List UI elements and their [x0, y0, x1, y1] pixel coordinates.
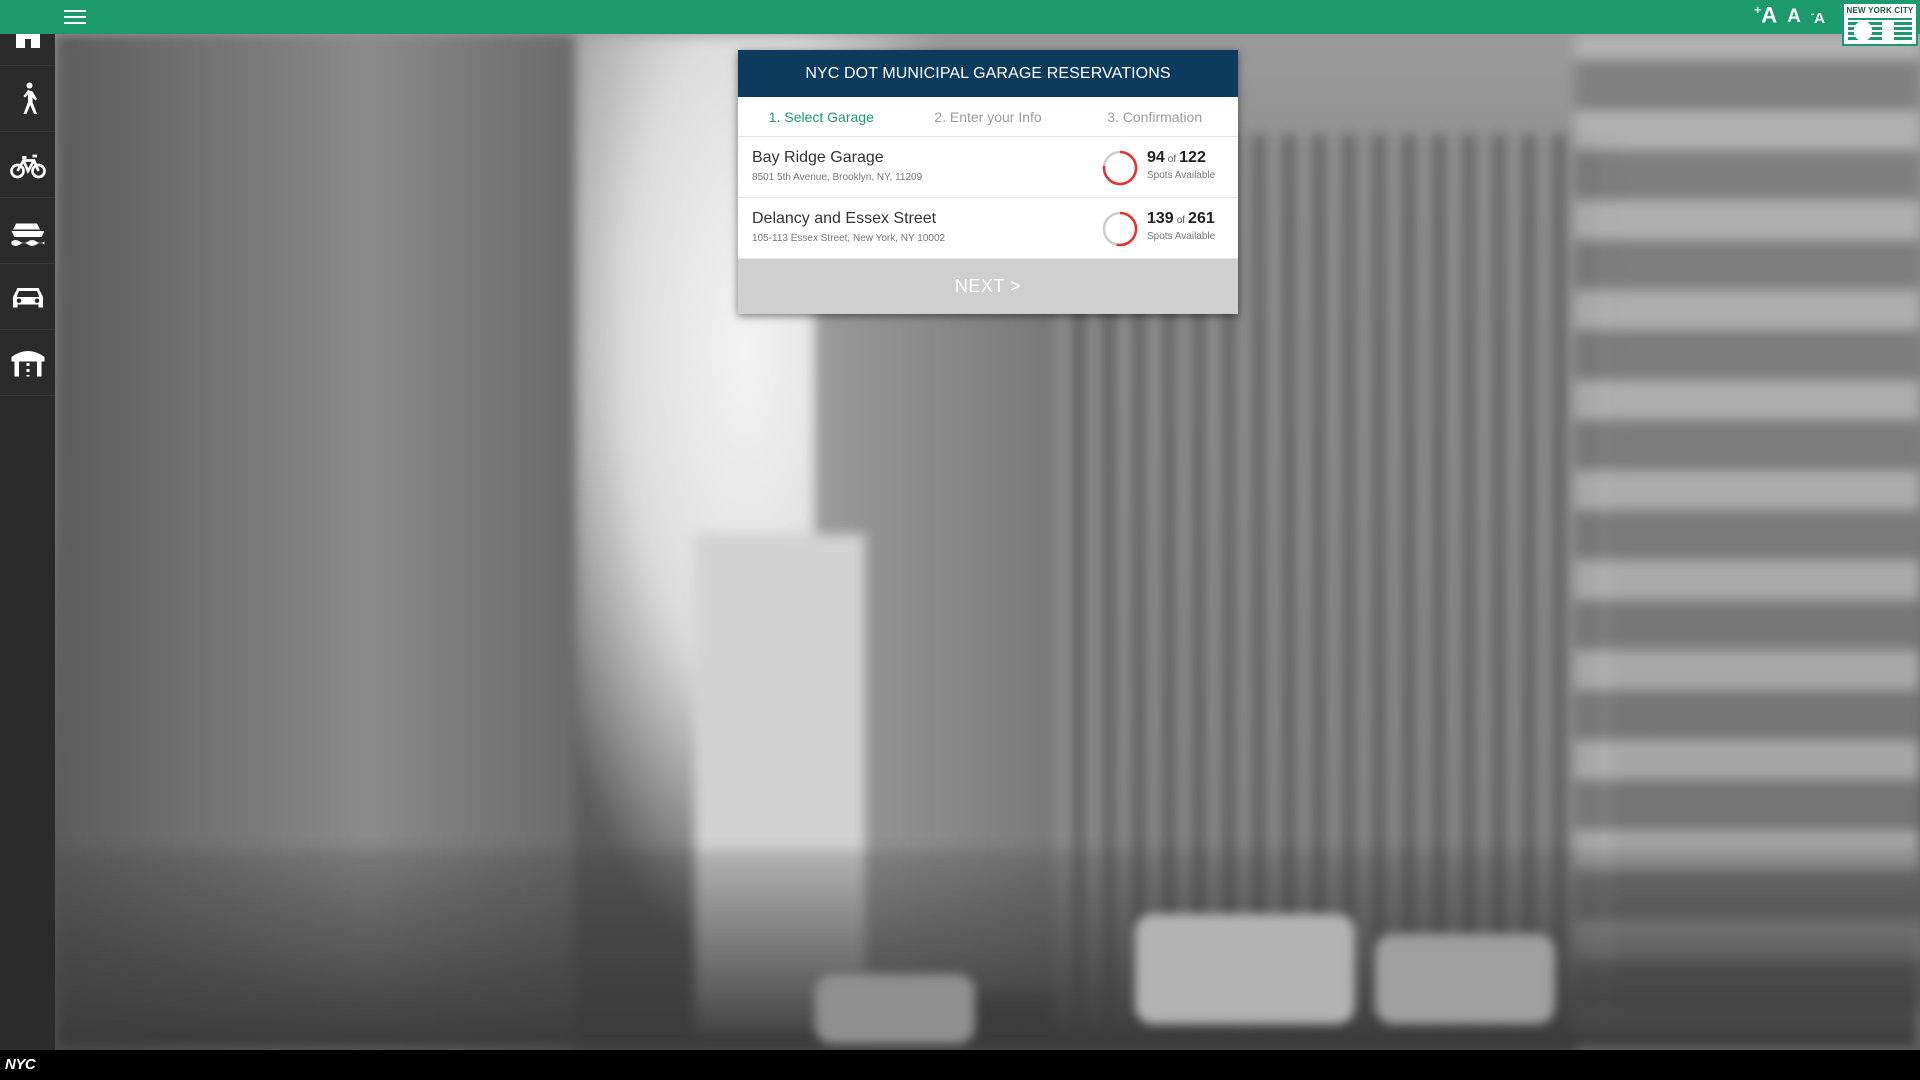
- panel-title: NYC DOT MUNICIPAL GARAGE RESERVATIONS: [738, 50, 1238, 97]
- normal-font-button[interactable]: A: [1787, 7, 1801, 26]
- spots-total-value: 122: [1179, 149, 1206, 166]
- tab-confirmation[interactable]: 3. Confirmation: [1071, 109, 1238, 125]
- sidebar-item-ferry[interactable]: [0, 198, 55, 264]
- spots-available-label: Spots Available: [1147, 231, 1216, 242]
- sidebar-item-bridge[interactable]: [0, 330, 55, 396]
- car-icon: [12, 287, 43, 307]
- logo-text: NEW YORK CITY: [1846, 6, 1914, 15]
- garage-row-delancy-essex[interactable]: Delancy and Essex Street 105-113 Essex S…: [738, 198, 1238, 259]
- of-label: of: [1176, 215, 1186, 226]
- nyc-logo[interactable]: NYC: [5, 1056, 36, 1073]
- nyc-dot-logo[interactable]: NEW YORK CITY: [1842, 2, 1918, 46]
- tab-select-garage[interactable]: 1. Select Garage: [738, 109, 905, 125]
- next-button[interactable]: NEXT >: [738, 259, 1238, 314]
- sidebar: [0, 0, 55, 1050]
- bicycle-icon: [9, 154, 46, 178]
- of-label: of: [1167, 154, 1177, 165]
- ferry-icon: [11, 223, 44, 246]
- sidebar-item-pedestrian[interactable]: [0, 66, 55, 132]
- bridge-icon: [11, 350, 44, 376]
- font-size-controls: +A A -A: [1754, 4, 1825, 27]
- hamburger-menu-icon[interactable]: [62, 6, 88, 28]
- reservation-panel: NYC DOT MUNICIPAL GARAGE RESERVATIONS 1.…: [738, 50, 1238, 314]
- sidebar-item-car[interactable]: [0, 264, 55, 330]
- dot-logo-mark: [1848, 18, 1912, 41]
- increase-font-button[interactable]: +A: [1754, 4, 1777, 26]
- availability-ring-icon: [1102, 150, 1138, 186]
- garage-row-bay-ridge[interactable]: Bay Ridge Garage 8501 5th Avenue, Brookl…: [738, 137, 1238, 198]
- spots-available-value: 94: [1147, 149, 1165, 166]
- sidebar-item-bicycle[interactable]: [0, 132, 55, 198]
- spots-count: 139 of 261 Spots Available: [1147, 210, 1215, 242]
- footer-bar: NYC: [0, 1050, 1920, 1080]
- tab-enter-info[interactable]: 2. Enter your Info: [905, 109, 1072, 125]
- spots-count: 94 of 122 Spots Available: [1147, 149, 1215, 181]
- spots-available-label: Spots Available: [1147, 170, 1216, 181]
- step-tabs: 1. Select Garage 2. Enter your Info 3. C…: [738, 97, 1238, 137]
- decrease-font-button[interactable]: -A: [1811, 10, 1825, 27]
- pedestrian-icon: [23, 82, 37, 114]
- spots-available-value: 139: [1147, 210, 1174, 227]
- top-bar: +A A -A: [0, 0, 1920, 34]
- spots-total-value: 261: [1188, 210, 1215, 227]
- availability-ring-icon: [1102, 211, 1138, 247]
